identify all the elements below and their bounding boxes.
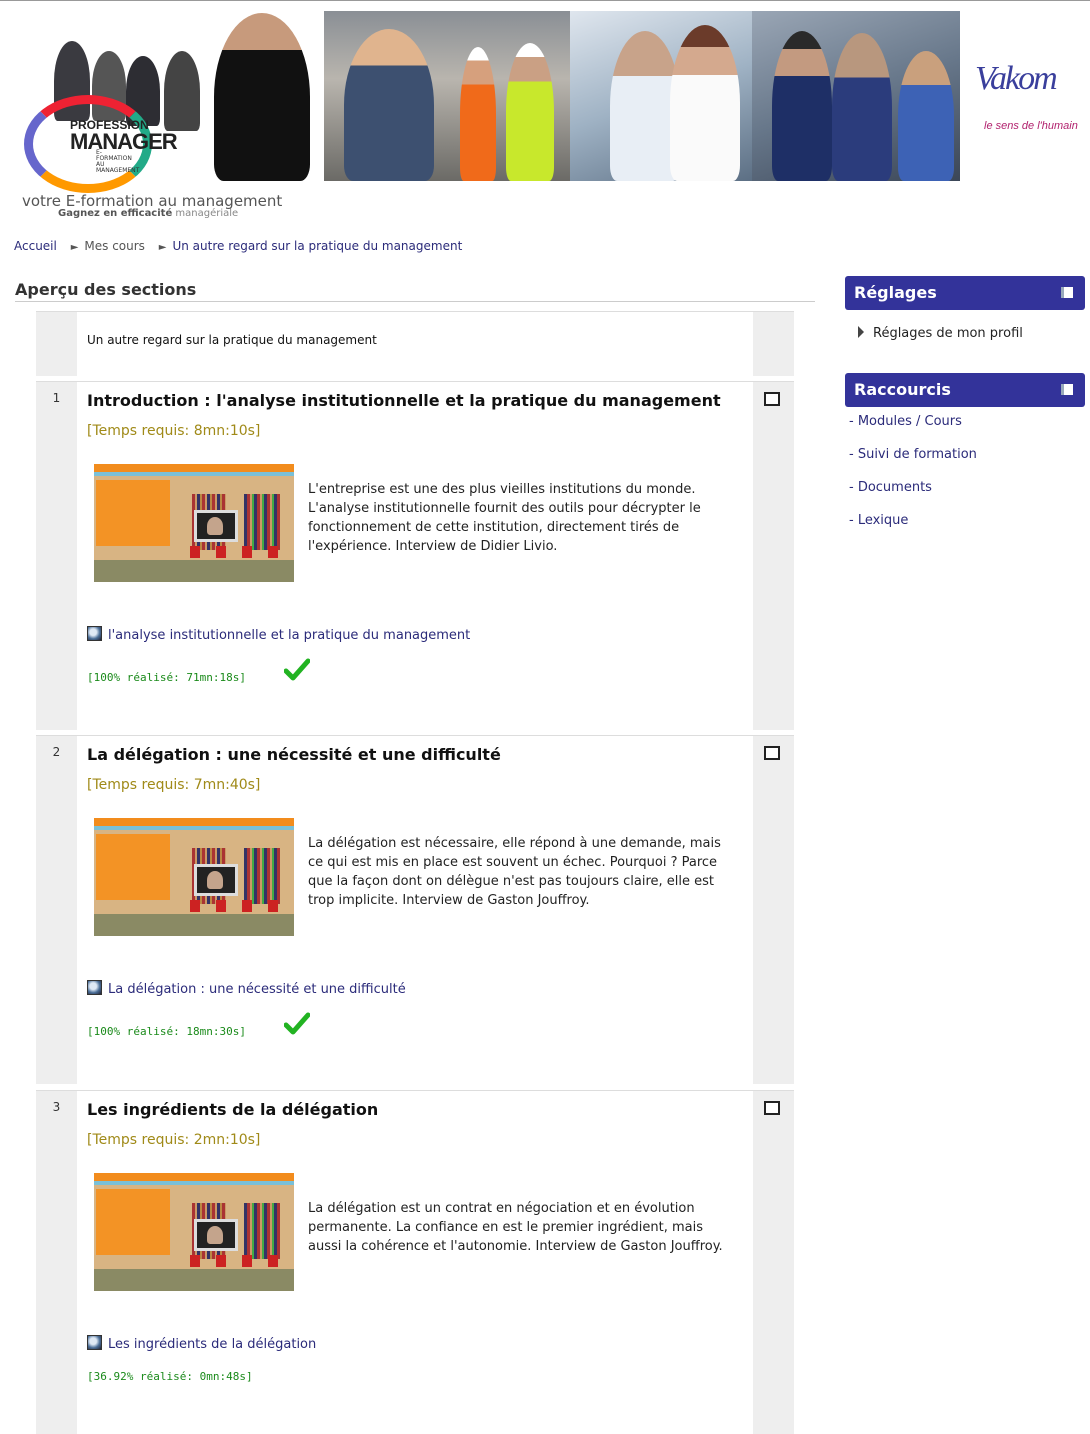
shortcuts-block-header: Raccourcis <box>845 373 1085 407</box>
scorm-globe-icon <box>87 1335 102 1350</box>
banner-photo-workshop <box>752 11 960 181</box>
breadcrumb-courses: Mes cours <box>84 239 145 253</box>
section-resource: l'analyse institutionnelle et la pratiqu… <box>87 626 470 643</box>
section-number: 3 <box>52 1100 61 1114</box>
section-progress: [36.92% réalisé: 0mn:48s] <box>87 1370 253 1383</box>
section-title: Introduction : l'analyse institutionnell… <box>87 391 721 410</box>
section-resource: La délégation : une nécessité et une dif… <box>87 980 406 997</box>
section-number: 2 <box>52 745 61 759</box>
vakom-tagline: le sens de l'humain <box>984 120 1078 132</box>
section-thumbnail <box>94 818 294 936</box>
breadcrumb-separator-icon: ► <box>70 242 79 253</box>
section-thumbnail <box>94 1173 294 1291</box>
banner-photo-lab <box>570 11 752 181</box>
section-3: 3 Les ingrédients de la délégation [Temp… <box>36 1090 794 1434</box>
section-progress: [100% réalisé: 18mn:30s] <box>87 1025 246 1038</box>
section-summary-content: Un autre regard sur la pratique du manag… <box>77 312 753 376</box>
title-divider <box>15 301 815 302</box>
shortcut-suivi: - Suivi de formation <box>849 447 977 462</box>
logo-subtitle: E-FORMATION AU MANAGEMENT <box>96 149 140 174</box>
settings-profile-label: Réglages de mon profil <box>873 326 1023 341</box>
section-required-time: [Temps requis: 8mn:10s] <box>87 423 261 439</box>
shortcut-modules: - Modules / Cours <box>849 414 962 429</box>
course-summary-title: Un autre regard sur la pratique du manag… <box>87 333 377 347</box>
top-border <box>0 0 1090 1</box>
banner-photo-workers <box>324 11 570 181</box>
completed-check-icon <box>284 658 310 681</box>
shortcut-documents-link[interactable]: - Documents <box>849 480 932 495</box>
section-title: La délégation : une nécessité et une dif… <box>87 745 501 764</box>
section-progress: [100% réalisé: 71mn:18s] <box>87 671 246 684</box>
section-description: L'entreprise est une des plus vieilles i… <box>308 482 701 554</box>
breadcrumb: Accueil ► Mes cours ► Un autre regard sur … <box>14 239 462 253</box>
breadcrumb-current-course[interactable]: Un autre regard sur la pratique du manag… <box>172 239 462 253</box>
dock-block-icon[interactable] <box>1061 384 1073 395</box>
settings-block-header: Réglages <box>845 276 1085 310</box>
section-description: La délégation est un contrat en négociat… <box>308 1201 723 1254</box>
section-required-time: [Temps requis: 7mn:40s] <box>87 777 261 793</box>
section-content: Introduction : l'analyse institutionnell… <box>77 382 753 730</box>
section-resource-link[interactable]: Les ingrédients de la délégation <box>108 1337 316 1352</box>
scorm-globe-icon <box>87 626 102 641</box>
scorm-globe-icon <box>87 980 102 995</box>
shortcuts-block-title: Raccourcis <box>854 380 951 399</box>
section-resource: Les ingrédients de la délégation <box>87 1335 316 1352</box>
settings-block-title: Réglages <box>854 283 937 302</box>
shortcut-modules-link[interactable]: - Modules / Cours <box>849 414 962 429</box>
dock-block-icon[interactable] <box>1061 287 1073 298</box>
page-title: Aperçu des sections <box>15 280 197 299</box>
header-banner: PROFESSION MANAGER E-FORMATION AU MANAGE… <box>14 11 960 193</box>
section-resource-link[interactable]: l'analyse institutionnelle et la pratiqu… <box>108 628 470 643</box>
shortcut-lexique-link[interactable]: - Lexique <box>849 513 908 528</box>
section-2: 2 La délégation : une nécessité et une d… <box>36 735 794 1084</box>
section-summary: Un autre regard sur la pratique du manag… <box>36 311 794 376</box>
section-number: 1 <box>52 391 61 405</box>
shortcut-lexique: - Lexique <box>849 513 908 528</box>
shortcut-suivi-link[interactable]: - Suivi de formation <box>849 447 977 462</box>
section-title: Les ingrédients de la délégation <box>87 1100 379 1119</box>
settings-profile-item[interactable]: Réglages de mon profil <box>858 326 1023 341</box>
completed-check-icon <box>284 1012 310 1035</box>
section-highlight-checkbox[interactable] <box>764 392 780 406</box>
expand-arrow-icon <box>858 326 864 338</box>
vakom-logo[interactable]: Vakom <box>975 60 1058 98</box>
breadcrumb-separator-icon: ► <box>158 242 167 253</box>
section-required-time: [Temps requis: 2mn:10s] <box>87 1132 261 1148</box>
header-subtagline: Gagnez en efficacité managériale <box>58 208 239 219</box>
shortcut-documents: - Documents <box>849 480 932 495</box>
section-content: Les ingrédients de la délégation [Temps … <box>77 1091 753 1434</box>
section-description: La délégation est nécessaire, elle répon… <box>308 836 721 908</box>
section-1: 1 Introduction : l'analyse institutionne… <box>36 381 794 730</box>
section-thumbnail <box>94 464 294 582</box>
section-content: La délégation : une nécessité et une dif… <box>77 736 753 1084</box>
section-highlight-checkbox[interactable] <box>764 746 780 760</box>
section-resource-link[interactable]: La délégation : une nécessité et une dif… <box>108 982 406 997</box>
breadcrumb-home[interactable]: Accueil <box>14 239 57 253</box>
section-highlight-checkbox[interactable] <box>764 1101 780 1115</box>
